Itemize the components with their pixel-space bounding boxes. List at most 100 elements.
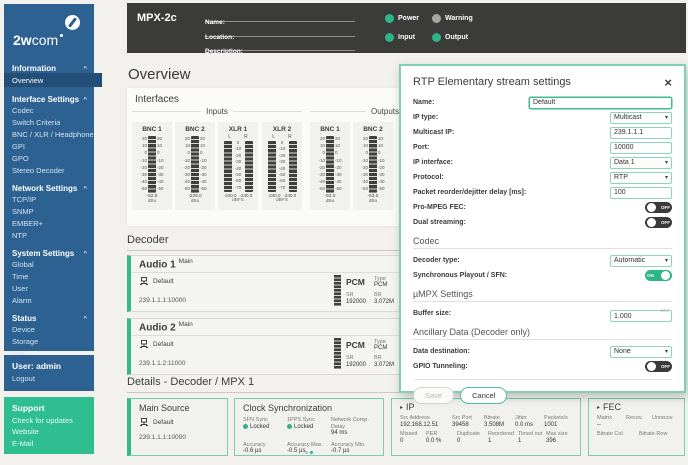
decoder-type-select[interactable]: Automatic ▾ — [610, 254, 672, 267]
description-field[interactable]: Description: — [205, 40, 355, 55]
logout-link[interactable]: Logout — [12, 374, 86, 383]
toggle-knob — [647, 218, 656, 227]
field-label: Buffer size: — [413, 310, 452, 317]
unrecov-stat: Unrecov. — [652, 415, 674, 421]
sidebar-item-gpo[interactable]: GPO — [12, 152, 94, 164]
sidebar-item-user[interactable]: User — [12, 282, 94, 294]
meter-unit: dBFS — [232, 198, 244, 203]
packet-reorder-input[interactable] — [610, 186, 672, 199]
dialog-title: RTP Elementary stream settings — [413, 76, 571, 88]
status-leds: Power Warning Input Output — [385, 14, 479, 42]
gpio-tunneling-toggle[interactable]: OFF — [645, 361, 672, 372]
sidebar-item-overview[interactable]: Overview — [4, 73, 102, 87]
meter-unit: dBu — [368, 199, 378, 204]
save-button[interactable]: Save — [413, 387, 455, 404]
port-input[interactable] — [610, 141, 672, 154]
sidebar-item-alarm[interactable]: Alarm — [12, 294, 94, 306]
sidebar-item-stereo-decoder[interactable]: Stereo Decoder — [12, 164, 94, 176]
stream-source-item[interactable]: Default — [139, 339, 174, 349]
br-stat: BR 3.072M — [373, 292, 394, 305]
bitrate-stat: Bitrate 3.508M — [484, 415, 505, 428]
dot-icon[interactable] — [310, 451, 313, 454]
audio-1-title: Audio 1 Main — [131, 256, 402, 273]
name-field[interactable]: Name: — [205, 11, 355, 26]
toggle-knob — [647, 362, 656, 371]
sidebar-item-ember[interactable]: EMBER+ — [12, 217, 94, 229]
ip-interface-select[interactable]: Data 1 ▾ — [610, 156, 672, 169]
nav-header-information[interactable]: Information ^ — [12, 64, 94, 73]
website-link[interactable]: Website — [12, 427, 86, 436]
close-icon[interactable]: × — [664, 76, 672, 89]
sidebar-item-ntp[interactable]: NTP — [12, 229, 94, 241]
sidebar-item-storage[interactable]: Storage — [12, 335, 94, 347]
sidebar-item-time[interactable]: Time — [12, 270, 94, 282]
locked-led-icon — [287, 424, 292, 430]
meter-unit: dBu — [325, 199, 335, 204]
nav-section-interface-settings: Interface Settings ^ Codec Switch Criteri… — [12, 95, 94, 176]
field-label: Multicast IP: — [413, 129, 455, 136]
clock-sync-title: Clock Synchronization — [243, 403, 333, 413]
fec-stats-card: ▸ FEC Matrix -- Recov. Unrecov. Bitrate Co… — [588, 398, 685, 456]
field-label: Protocol: — [413, 174, 444, 181]
led-green-icon — [385, 33, 394, 42]
unit-suffix: sec — [660, 307, 669, 314]
stream-source-item[interactable]: Default — [139, 276, 174, 286]
sidebar-item-snmp[interactable]: SNMP — [12, 205, 94, 217]
nav-header-interface-settings[interactable]: Interface Settings ^ — [12, 95, 94, 104]
carousel-dots[interactable] — [305, 451, 313, 454]
input-meter-xlr-1: XLR 1 LR 0 -10 -20 -30 -40 -50 -60 -70 -… — [218, 122, 258, 210]
nav-section-system-settings: System Settings ^ Global Time User Alarm — [12, 249, 94, 306]
interfaces-title: Interfaces — [135, 94, 179, 105]
sidebar-item-bnc-xlr-headphone[interactable]: BNC / XLR / Headphone — [12, 128, 94, 140]
led-green-icon — [385, 14, 394, 23]
chevron-down-icon: ▾ — [664, 115, 668, 121]
nav-header-system-settings[interactable]: System Settings ^ — [12, 249, 94, 258]
email-link[interactable]: E-Mail — [12, 439, 86, 448]
main-badge: Main — [178, 321, 193, 328]
chevron-down-icon: ▾ — [664, 258, 668, 264]
led-green-icon — [432, 33, 441, 42]
codec-badge: PCM — [345, 277, 365, 288]
check-for-updates-link[interactable]: Check for updates — [12, 416, 86, 425]
meter-name: XLR 2 — [272, 126, 292, 133]
meter-scale: 20 10 0 -10 -20 -30 -40 -50 — [157, 136, 164, 192]
sidebar-item-gpi[interactable]: GPI — [12, 140, 94, 152]
dual-streaming-toggle[interactable]: OFF — [645, 217, 672, 228]
inputs-group-label: Inputs — [132, 107, 302, 116]
jitter-stat: Jitter 0.0 ms — [515, 415, 534, 428]
name-row: Name: — [413, 95, 672, 110]
ip-stats-card: ▸ IP Src Address 192.168.12.51 Src Port 394… — [391, 398, 581, 456]
name-input[interactable] — [529, 96, 672, 109]
recov-stat: Recov. — [626, 415, 643, 421]
user-name: User: admin — [12, 361, 62, 371]
sidebar-item-device[interactable]: Device — [12, 323, 94, 335]
pro-mpeg-fec-toggle[interactable]: OFF — [645, 202, 672, 213]
meter-bar — [223, 141, 232, 192]
device-model: MPX-2c — [137, 12, 177, 24]
sidebar-item-tcpip[interactable]: TCP/IP — [12, 193, 94, 205]
field-label: Synchronous Playout / SFN: — [413, 272, 508, 279]
cancel-button[interactable]: Cancel — [460, 387, 508, 404]
packet-reorder-row: Packet reorder/dejitter delay [ms]: — [413, 185, 672, 200]
dot-icon[interactable] — [305, 451, 308, 454]
timed-out-stat: Timed out 1 — [518, 431, 543, 444]
brand-logo: 2wcom — [12, 10, 94, 56]
stream-source-item[interactable]: Default — [139, 417, 219, 427]
sidebar-item-switch-criteria[interactable]: Switch Criteria — [12, 116, 94, 128]
data-destination-select[interactable]: None ▾ — [610, 345, 672, 358]
level-mini-meter — [333, 338, 341, 369]
protocol-select[interactable]: RTP ▾ — [610, 171, 672, 184]
locked-led-icon — [243, 424, 248, 430]
field-label: Dual streaming: — [413, 219, 466, 226]
sidebar-item-codec[interactable]: Codec — [12, 104, 94, 116]
multicast-ip-input[interactable] — [610, 126, 672, 139]
sync-playout-sfn-toggle[interactable]: ON — [645, 270, 672, 281]
ip-type-select[interactable]: Multicast ▾ — [610, 111, 672, 124]
sidebar-item-global[interactable]: Global — [12, 258, 94, 270]
meter-unit: dBFS — [276, 198, 288, 203]
nav-header-status[interactable]: Status ^ — [12, 314, 94, 323]
location-field[interactable]: Location: — [205, 26, 355, 41]
nav-header-network-settings[interactable]: Network Settings ^ — [12, 184, 94, 193]
bitrate-col-stat: Bitrate Col — [597, 431, 623, 437]
brand-logo-dot-icon — [60, 34, 63, 37]
